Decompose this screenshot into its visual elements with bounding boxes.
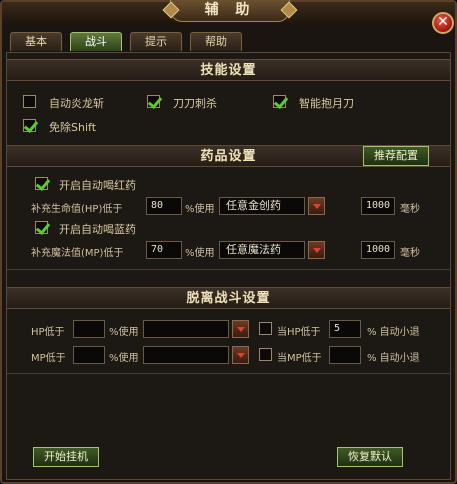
auto-hp-potion-checkbox[interactable]: [35, 177, 48, 190]
escape-hp-cond-label: 当HP低于: [277, 327, 321, 338]
mp-threshold-label: 补充魔法值(MP)低于: [31, 248, 124, 259]
escape-hp-use-label: %使用: [109, 327, 139, 338]
skill-label-moon-blade: 智能抱月刀: [299, 97, 354, 110]
skill-label-no-shift: 免除Shift: [49, 121, 97, 134]
escape-mp-label: MP低于: [31, 353, 66, 364]
escape-hp-item-select[interactable]: [143, 320, 229, 338]
mp-potion-select[interactable]: 任意魔法药: [219, 241, 305, 259]
hp-potion-select[interactable]: 任意金创药: [219, 197, 305, 215]
skills-header: 技能设置: [7, 59, 450, 81]
escape-mp-cond-label: 当MP低于: [277, 353, 322, 364]
hp-use-label: %使用: [185, 204, 215, 215]
mp-threshold-input[interactable]: 70: [146, 241, 182, 259]
window-title: 辅 助: [170, 0, 290, 22]
tab-help[interactable]: 帮助: [190, 32, 242, 51]
assist-window: 辅 助 ✕ 基本 战斗 提示 帮助 技能设置 自动炎龙斩 刀刀刺杀 智能抱月刀 …: [0, 0, 457, 484]
title-bar: 辅 助: [2, 0, 455, 24]
escape-hp-input[interactable]: [73, 320, 105, 338]
skill-label-flame-dragon: 自动炎龙斩: [49, 97, 104, 110]
restore-defaults-button[interactable]: 恢复默认: [337, 447, 403, 467]
hp-threshold-label: 补充生命值(HP)低于: [31, 204, 123, 215]
auto-hp-potion-label: 开启自动喝红药: [59, 179, 136, 192]
escape-hp-dropdown-icon[interactable]: [232, 320, 249, 338]
escape-header: 脱离战斗设置: [7, 287, 450, 309]
section-divider: [7, 373, 450, 374]
hp-threshold-input[interactable]: 80: [146, 197, 182, 215]
escape-mp-input[interactable]: [73, 346, 105, 364]
auto-mp-potion-label: 开启自动喝蓝药: [59, 223, 136, 236]
escape-mp-cond-suffix: % 自动小退: [367, 353, 420, 364]
mp-interval-unit: 毫秒: [400, 248, 420, 259]
escape-mp-use-label: %使用: [109, 353, 139, 364]
mp-potion-dropdown-icon[interactable]: [308, 241, 325, 259]
escape-hp-cond-suffix: % 自动小退: [367, 327, 420, 338]
hp-interval-unit: 毫秒: [400, 204, 420, 215]
escape-mp-dropdown-icon[interactable]: [232, 346, 249, 364]
start-auto-button[interactable]: 开始挂机: [33, 447, 99, 467]
escape-mp-cond-input[interactable]: [329, 346, 361, 364]
mp-use-label: %使用: [185, 248, 215, 259]
skill-checkbox-no-shift[interactable]: [23, 119, 36, 132]
mp-interval-input[interactable]: 1000: [361, 241, 395, 259]
skill-checkbox-flame-dragon[interactable]: [23, 95, 36, 108]
skill-checkbox-stab[interactable]: [147, 95, 160, 108]
escape-hp-logout-checkbox[interactable]: [259, 322, 272, 335]
tab-tips[interactable]: 提示: [130, 32, 182, 51]
recommend-config-button[interactable]: 推荐配置: [363, 146, 429, 166]
skill-label-stab: 刀刀刺杀: [173, 97, 217, 110]
tab-basic[interactable]: 基本: [10, 32, 62, 51]
escape-hp-label: HP低于: [31, 327, 65, 338]
auto-mp-potion-checkbox[interactable]: [35, 221, 48, 234]
hp-interval-input[interactable]: 1000: [361, 197, 395, 215]
escape-mp-logout-checkbox[interactable]: [259, 348, 272, 361]
section-divider: [7, 269, 450, 270]
hp-potion-dropdown-icon[interactable]: [308, 197, 325, 215]
combat-panel: 技能设置 自动炎龙斩 刀刀刺杀 智能抱月刀 免除Shift 药品设置 推荐配置 …: [6, 52, 451, 480]
skill-checkbox-moon-blade[interactable]: [273, 95, 286, 108]
close-icon[interactable]: ✕: [432, 12, 454, 34]
escape-mp-item-select[interactable]: [143, 346, 229, 364]
escape-hp-cond-input[interactable]: 5: [329, 320, 361, 338]
tab-combat[interactable]: 战斗: [70, 32, 122, 51]
